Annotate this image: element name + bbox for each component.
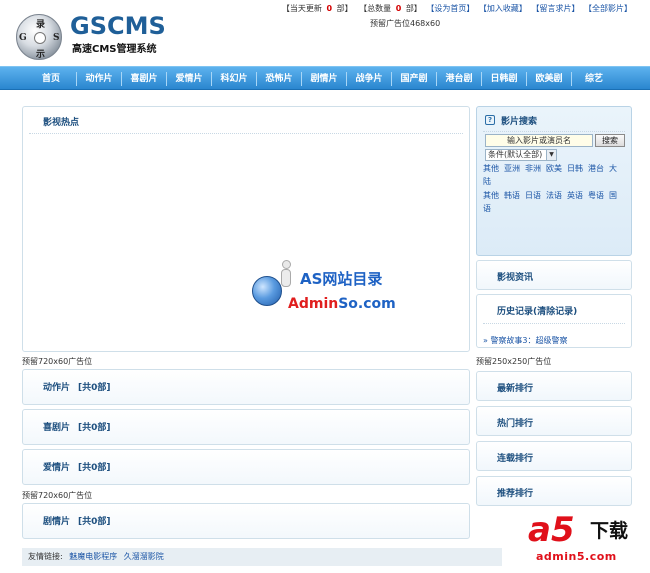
category-bar-drama[interactable]: 剧情片 [共0部] [22,503,470,539]
ad-250-placeholder: 预留250x250广告位 [476,357,552,366]
region-tag[interactable]: 港台 [588,164,604,173]
language-tag[interactable]: 其他 [483,191,499,200]
question-icon: ? [485,115,495,125]
site-logo-title[interactable]: GSCMS [70,12,166,40]
top-ad-placeholder: 预留广告位468x60 [370,19,441,28]
region-tag[interactable]: 欧美 [546,164,562,173]
language-tags: 其他 韩语 日语 法语 英语 粤语 国语 [483,189,629,215]
a5-watermark-logo: a5 下载 admin5.com [528,510,646,570]
header: 录 G S 示 GSCMS 高速CMS管理系统 【当天更新 0 部】 【总数量 … [0,0,650,62]
nav-item-home[interactable]: 首页 [26,67,76,91]
nav-item-drama[interactable]: 剧情片 [302,67,346,91]
category-count: [共0部] [78,423,111,433]
a5-logo-domain: admin5.com [536,550,617,563]
request-movie-link[interactable]: 【留言求片】 [531,4,579,13]
logo-disc-icon: 录 G S 示 [16,14,62,60]
nav-item-horror[interactable]: 恐怖片 [257,67,301,91]
category-count: [共0部] [78,463,111,473]
nav-item-action[interactable]: 动作片 [77,67,121,91]
region-tag[interactable]: 日韩 [567,164,583,173]
friend-links-bar: 友情链接: 魅魔电影程序 久溜溜影院 [22,548,502,566]
friend-link[interactable]: 魅魔电影程序 [69,552,117,561]
category-title[interactable]: 喜剧片 [43,423,70,433]
category-title[interactable]: 动作片 [43,383,70,393]
category-count: [共0部] [78,383,111,393]
search-button[interactable]: 搜索 [595,134,625,147]
hot-movies-title: 影视热点 [43,118,80,128]
rank-box-title: 推荐排行 [497,489,534,499]
a5-logo-cn: 下载 [590,520,629,542]
category-bar-action[interactable]: 动作片 [共0部] [22,369,470,405]
nav-item-hk-tw-series[interactable]: 港台剧 [437,67,481,91]
logo-disc-char: G [19,33,27,43]
history-item[interactable]: » 警察故事3：超级警察 [483,335,568,346]
condition-select-value: 条件(默认全部) [488,150,543,159]
category-count: [共0部] [78,517,111,527]
language-tag[interactable]: 英语 [567,191,583,200]
panel-divider [483,323,625,324]
person-figure-icon [278,260,294,290]
as-watermark-title: AS网站目录 [300,270,383,288]
region-tag[interactable]: 亚洲 [504,164,520,173]
movie-search-panel: ? 影片搜索 输入影片或演员名 搜索 条件(默认全部) ▼ 其他 亚洲 非洲 欧美 日韩港… [476,106,632,256]
rank-box-latest[interactable]: 最新排行 [476,371,632,401]
language-tag[interactable]: 粤语 [588,191,604,200]
language-tag[interactable]: 法语 [546,191,562,200]
nav-item-cn-series[interactable]: 国产剧 [392,67,436,91]
rank-box-serial[interactable]: 连载排行 [476,441,632,471]
movie-news-title: 影视资讯 [497,273,534,283]
all-movies-link[interactable]: 【全部影片】 [584,4,632,13]
nav-item-jp-kr-series[interactable]: 日韩剧 [482,67,526,91]
movie-news-box[interactable]: 影视资讯 [476,260,632,290]
category-bar-comedy[interactable]: 喜剧片 [共0部] [22,409,470,445]
a5-logo-mark: a5 [528,510,575,550]
nav-item-variety[interactable]: 综艺 [572,67,616,91]
nav-item-war[interactable]: 战争片 [347,67,391,91]
logo-disc-char: S [53,33,60,43]
nav-item-scifi[interactable]: 科幻片 [212,67,256,91]
ad-720-placeholder: 预留720x60广告位 [22,357,93,366]
nav-item-comedy[interactable]: 喜剧片 [122,67,166,91]
rank-box-title: 热门排行 [497,419,534,429]
condition-select[interactable]: 条件(默认全部) ▼ [485,149,557,161]
chevron-down-icon: ▼ [546,150,556,160]
clear-history-link[interactable]: (清除记录) [533,307,577,317]
logo-disc-char: 示 [36,50,46,60]
nav-item-western-series[interactable]: 欧美剧 [527,67,571,91]
as-watermark-domain: AdminSo.com [288,296,396,312]
region-tag[interactable]: 其他 [483,164,499,173]
stat-today: 【当天更新 0 部】 [281,4,353,13]
friend-links-label: 友情链接: [28,552,63,561]
history-title: 历史记录 [497,307,534,317]
ad-720-placeholder-2: 预留720x60广告位 [22,491,93,500]
friend-link[interactable]: 久溜溜影院 [124,552,164,561]
panel-divider [483,131,625,132]
language-tag[interactable]: 日语 [525,191,541,200]
panel-divider [29,133,463,134]
history-panel: 历史记录(清除记录) » 警察故事3：超级警察 [476,294,632,348]
language-tag[interactable]: 韩语 [504,191,520,200]
category-title[interactable]: 剧情片 [43,517,70,527]
region-tag[interactable]: 非洲 [525,164,541,173]
rank-box-title: 最新排行 [497,384,534,394]
stat-total: 【总数量 0 部】 [359,4,422,13]
search-input[interactable]: 输入影片或演员名 [485,134,593,147]
category-bar-romance[interactable]: 爱情片 [共0部] [22,449,470,485]
as-watermark-logo: AS网站目录 AdminSo.com [250,260,410,320]
top-links-bar: 【当天更新 0 部】 【总数量 0 部】 【设为首页】 【加入收藏】 【留言求片… [278,3,632,14]
logo-disc-hole [34,32,46,44]
rank-box-recommended[interactable]: 推荐排行 [476,476,632,506]
search-panel-title: 影片搜索 [501,117,538,127]
rank-box-hot[interactable]: 热门排行 [476,406,632,436]
nav-item-romance[interactable]: 爱情片 [167,67,211,91]
add-favorite-link[interactable]: 【加入收藏】 [479,4,527,13]
region-tags: 其他 亚洲 非洲 欧美 日韩 港台 大陆 [483,162,629,188]
rank-box-title: 连载排行 [497,454,534,464]
site-logo-subtitle: 高速CMS管理系统 [72,44,157,55]
category-title[interactable]: 爱情片 [43,463,70,473]
set-homepage-link[interactable]: 【设为首页】 [426,4,474,13]
main-nav: 首页 动作片 喜剧片 爱情片 科幻片 恐怖片 剧情片 战争片 国产剧 港台剧 日… [0,66,650,90]
logo-disc-char: 录 [36,20,46,30]
